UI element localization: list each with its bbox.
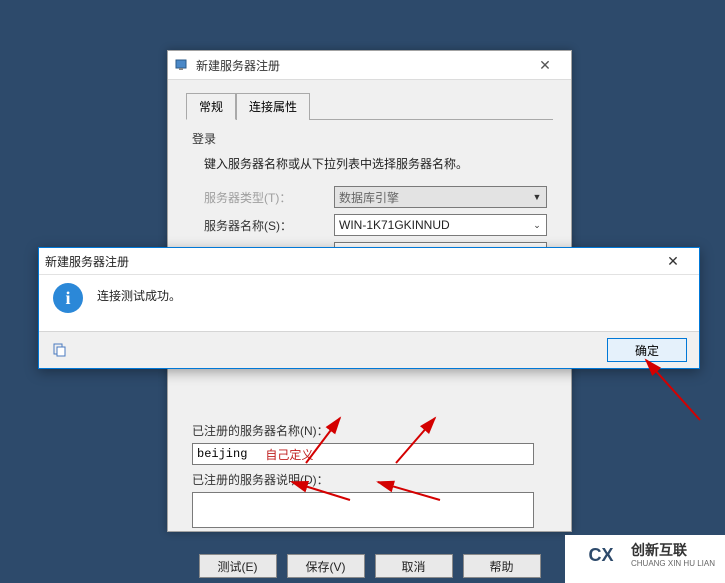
copy-icon[interactable] [51, 342, 69, 358]
label-registered-name: 已注册的服务器名称(N)： [192, 422, 553, 439]
row-server-name: 服务器名称(S)： WIN-1K71GKINNUD ⌄ [204, 214, 547, 236]
watermark: CX 创新互联 CHUANG XIN HU LIAN [565, 535, 725, 583]
test-button[interactable]: 测试(E) [199, 554, 277, 578]
tabs: 常规 连接属性 [186, 92, 553, 120]
dialog-titlebar: 新建服务器注册 ✕ [168, 51, 571, 80]
label-registered-desc: 已注册的服务器说明(D)： [192, 471, 553, 488]
login-hint: 键入服务器名称或从下拉列表中选择服务器名称。 [204, 155, 547, 172]
row-server-type: 服务器类型(T)： 数据库引擎 ▼ [204, 186, 547, 208]
label-server-name: 服务器名称(S)： [204, 217, 334, 234]
watermark-text: 创新互联 CHUANG XIN HU LIAN [629, 542, 717, 568]
help-button[interactable]: 帮助 [463, 554, 541, 578]
annotation-custom: 自己定义 [265, 446, 313, 463]
info-icon: i [53, 283, 83, 313]
input-registered-desc[interactable] [192, 492, 534, 528]
msg-footer: 确定 [39, 331, 699, 368]
input-registered-name[interactable]: beijing 自己定义 [192, 443, 534, 465]
connection-test-result-dialog: 新建服务器注册 ✕ i 连接测试成功。 确定 [38, 247, 700, 369]
close-icon[interactable]: ✕ [525, 54, 565, 76]
save-button[interactable]: 保存(V) [287, 554, 365, 578]
chevron-down-icon[interactable]: ⌄ [528, 220, 546, 231]
watermark-en: CHUANG XIN HU LIAN [629, 559, 717, 569]
dialog-title: 新建服务器注册 [196, 57, 525, 74]
cancel-button[interactable]: 取消 [375, 554, 453, 578]
dialog-button-row: 测试(E) 保存(V) 取消 帮助 [186, 546, 553, 578]
label-server-type: 服务器类型(T)： [204, 189, 334, 206]
watermark-content: CX 创新互联 CHUANG XIN HU LIAN [581, 535, 717, 575]
close-icon[interactable]: ✕ [653, 250, 693, 272]
chevron-down-icon: ▼ [528, 192, 546, 202]
msg-title: 新建服务器注册 [45, 253, 653, 270]
tab-general[interactable]: 常规 [186, 93, 236, 120]
dropdown-server-name[interactable]: WIN-1K71GKINNUD ⌄ [334, 214, 547, 236]
msg-titlebar: 新建服务器注册 ✕ [39, 248, 699, 275]
dropdown-server-type: 数据库引擎 ▼ [334, 186, 547, 208]
msg-text: 连接测试成功。 [97, 287, 685, 304]
watermark-cn: 创新互联 [629, 542, 717, 559]
ok-button[interactable]: 确定 [607, 338, 687, 362]
server-register-icon [174, 57, 190, 73]
login-header: 登录 [192, 130, 547, 147]
dropdown-server-name-value: WIN-1K71GKINNUD [339, 218, 528, 232]
watermark-logo-icon: CX [581, 535, 621, 575]
tab-connection-properties[interactable]: 连接属性 [236, 93, 310, 120]
msg-body: i 连接测试成功。 [39, 275, 699, 319]
dropdown-server-type-value: 数据库引擎 [339, 189, 528, 206]
input-registered-name-value: beijing [197, 447, 247, 461]
